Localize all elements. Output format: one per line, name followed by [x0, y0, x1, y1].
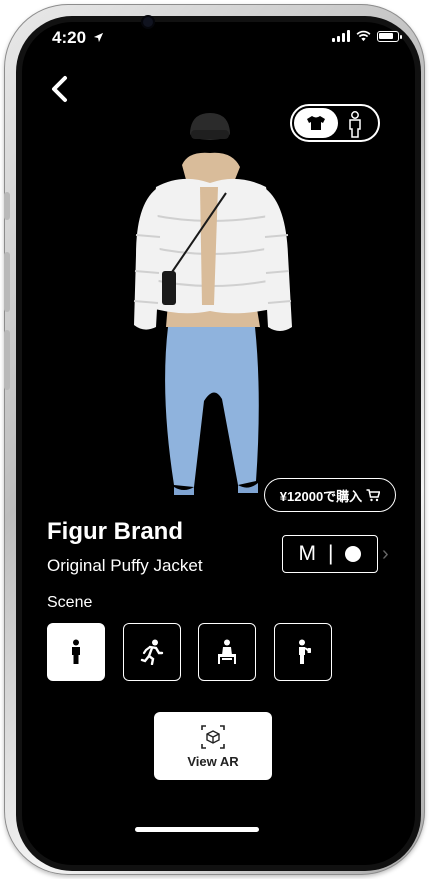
- cart-icon: [366, 488, 381, 501]
- view-ar-label: View AR: [187, 753, 239, 769]
- pants: [165, 327, 259, 487]
- view-toggle[interactable]: [290, 104, 380, 142]
- sitting-person-icon: [218, 639, 236, 664]
- view-ar-button[interactable]: View AR: [154, 712, 272, 780]
- status-time-text: 4:20: [52, 28, 87, 47]
- chevron-left-icon: [52, 76, 67, 102]
- size-value: M: [298, 542, 317, 565]
- back-button[interactable]: [46, 72, 74, 106]
- clothing-view-option[interactable]: [294, 108, 338, 138]
- scene-running-button[interactable]: [123, 623, 181, 681]
- front-camera: [143, 17, 153, 27]
- size-separator: |: [328, 542, 334, 565]
- chevron-right-icon[interactable]: ›: [382, 543, 389, 566]
- silent-switch: [4, 192, 10, 220]
- scene-sitting-button[interactable]: [198, 623, 256, 681]
- left-sleeve: [134, 189, 160, 330]
- person-icon: [349, 111, 361, 138]
- buy-button[interactable]: ¥12000で購入: [264, 478, 396, 512]
- wifi-icon: [356, 30, 371, 42]
- standing-person-icon: [72, 639, 80, 664]
- scene-phone-button[interactable]: [274, 623, 332, 681]
- status-icons: [332, 30, 402, 42]
- status-time: 4:20: [52, 28, 104, 48]
- avatar-view-option[interactable]: [342, 110, 368, 138]
- crossbody-bag: [162, 271, 176, 305]
- running-person-icon: [140, 639, 164, 665]
- outfit-3d-model[interactable]: [90, 95, 300, 505]
- volume-down-button: [4, 330, 10, 390]
- person-with-phone-icon: [299, 639, 311, 664]
- ar-cube-icon: [201, 724, 225, 749]
- scene-label: Scene: [47, 594, 93, 611]
- location-arrow-icon: [93, 32, 103, 43]
- volume-up-button: [4, 252, 10, 312]
- product-name: Original Puffy Jacket: [47, 556, 203, 575]
- signal-icon: [332, 30, 350, 42]
- size-color-selector[interactable]: M |: [282, 535, 378, 573]
- brand-name: Figur Brand: [47, 518, 183, 545]
- battery-icon: [377, 31, 402, 42]
- color-swatch: [345, 546, 362, 562]
- price-label: ¥12000で購入: [279, 488, 363, 504]
- home-indicator[interactable]: [135, 827, 259, 832]
- shirt-icon: [307, 116, 325, 130]
- notch: [143, 22, 294, 48]
- scene-standing-button[interactable]: [47, 623, 105, 681]
- right-sleeve: [264, 189, 292, 331]
